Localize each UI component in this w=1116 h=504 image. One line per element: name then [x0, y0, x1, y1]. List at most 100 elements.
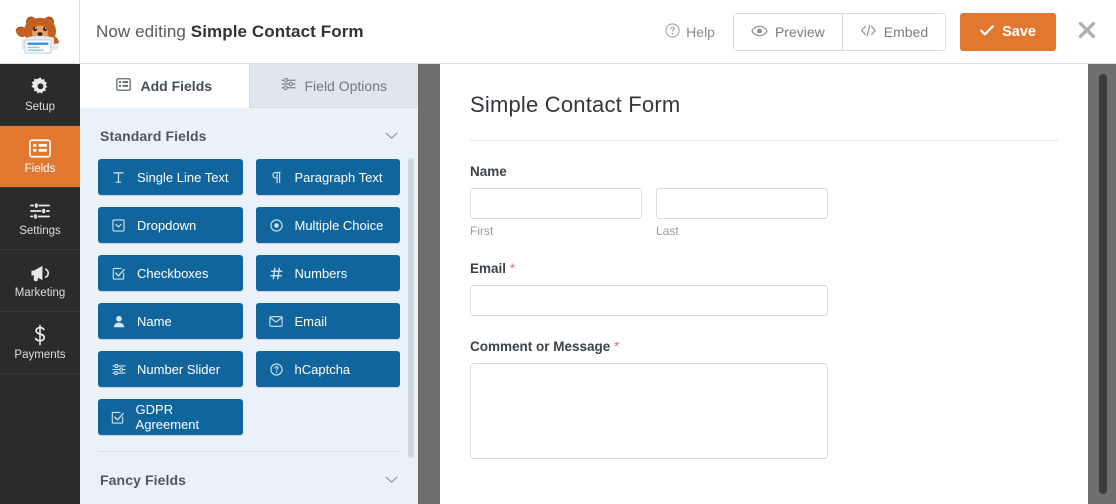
form-field-comment[interactable]: Comment or Message *	[470, 316, 1058, 459]
tab-label: Field Options	[304, 77, 387, 94]
required-asterisk: *	[614, 339, 620, 354]
close-x-icon	[1076, 19, 1098, 44]
field-button-dropdown[interactable]: Dropdown	[98, 207, 243, 243]
hash-icon	[269, 267, 284, 280]
panel-tabs: Add Fields Field Options	[80, 64, 418, 108]
fields-panel-body: Standard Fields Single Line Text Paragra…	[80, 108, 418, 504]
field-button-paragraph-text[interactable]: Paragraph Text	[255, 159, 400, 195]
sidebar-item-marketing[interactable]: Marketing	[0, 250, 80, 312]
email-input[interactable]	[470, 285, 828, 316]
close-button[interactable]	[1074, 19, 1100, 45]
text-cursor-icon	[111, 171, 126, 184]
field-button-hcaptcha[interactable]: hCaptcha	[255, 351, 400, 387]
field-label-text: Name	[470, 164, 507, 179]
field-button-multiple-choice[interactable]: Multiple Choice	[255, 207, 400, 243]
preview-button[interactable]: Preview	[733, 13, 842, 50]
form-preview-title: Simple Contact Form	[470, 92, 1058, 141]
question-circle-icon	[269, 362, 284, 376]
field-label: Comment or Message *	[470, 339, 1058, 354]
fields-panel-scrollbar[interactable]	[408, 158, 414, 458]
pilcrow-icon	[269, 171, 284, 184]
name-first-column: First	[470, 188, 642, 238]
field-label: Checkboxes	[137, 265, 209, 281]
checkmark-icon	[980, 24, 994, 40]
chevron-down-icon	[385, 471, 398, 489]
field-label: Paragraph Text	[294, 169, 383, 185]
fancy-fields-section-header[interactable]: Fancy Fields	[98, 451, 400, 503]
first-name-sublabel: First	[470, 224, 494, 238]
embed-label: Embed	[883, 23, 929, 40]
save-button[interactable]: Save	[960, 12, 1056, 51]
field-label: hCaptcha	[294, 361, 351, 377]
checkbox-icon	[111, 411, 125, 424]
help-label: Help	[686, 23, 715, 40]
standard-fields-section-header[interactable]: Standard Fields	[98, 108, 400, 159]
form-preview-area: Simple Contact Form Name First Last Emai…	[418, 64, 1116, 504]
name-subfields-row: First Last	[470, 188, 1058, 238]
sliders-icon	[29, 200, 51, 222]
sidebar-item-label: Payments	[14, 348, 66, 361]
tab-add-fields[interactable]: Add Fields	[80, 64, 249, 108]
section-title: Fancy Fields	[100, 472, 187, 488]
wpforms-logo	[0, 0, 80, 64]
help-button[interactable]: Help	[665, 22, 733, 41]
field-button-single-line-text[interactable]: Single Line Text	[98, 159, 243, 195]
field-label-text: Comment or Message	[470, 339, 611, 354]
field-label: Number Slider	[137, 361, 221, 377]
last-name-input[interactable]	[656, 188, 828, 219]
sidebar-item-label: Marketing	[14, 286, 66, 299]
field-label: Email	[294, 313, 328, 329]
form-field-email[interactable]: Email *	[470, 238, 1058, 316]
gear-icon	[30, 76, 51, 98]
list-grid-icon	[29, 138, 51, 160]
sidebar-item-label: Setup	[24, 100, 56, 113]
envelope-icon	[269, 315, 284, 327]
name-last-column: Last	[656, 188, 828, 238]
preview-embed-group: Preview Embed	[732, 12, 947, 51]
tab-field-options[interactable]: Field Options	[248, 64, 418, 108]
eye-icon	[751, 24, 768, 40]
panel-list-icon	[116, 77, 132, 94]
preview-scrollbar[interactable]	[1099, 74, 1107, 494]
embed-button[interactable]: Embed	[841, 13, 946, 50]
field-button-name[interactable]: Name	[98, 303, 243, 339]
dollar-sign-icon	[32, 324, 48, 346]
form-preview-card: Simple Contact Form Name First Last Emai…	[440, 64, 1088, 504]
sidebar-item-settings[interactable]: Settings	[0, 188, 80, 250]
first-name-input[interactable]	[470, 188, 642, 219]
wpforms-mascot-bear-icon	[15, 16, 59, 53]
sliders-icon	[280, 77, 296, 94]
code-brackets-icon	[860, 24, 877, 40]
sliders-icon	[111, 363, 126, 376]
header-actions: Help Preview Embed Save	[665, 0, 1116, 64]
checkbox-icon	[111, 267, 126, 280]
sidebar-item-fields[interactable]: Fields	[0, 126, 80, 188]
sidebar-item-payments[interactable]: Payments	[0, 312, 80, 374]
sidebar-item-label: Fields	[24, 162, 56, 175]
standard-fields-grid: Single Line Text Paragraph Text Dropdown…	[98, 159, 400, 435]
field-label: Name	[470, 164, 1058, 179]
preview-label: Preview	[774, 23, 825, 40]
form-body: Simple Contact Form Name First Last Emai…	[440, 64, 1088, 459]
field-button-email[interactable]: Email	[255, 303, 400, 339]
question-circle-icon	[665, 22, 680, 41]
field-label: Dropdown	[137, 217, 197, 233]
editing-prefix: Now editing	[96, 21, 186, 41]
builder-sidebar: Setup Fields Settings Marketing Payments	[0, 64, 80, 504]
save-label: Save	[1002, 23, 1036, 40]
field-button-number-slider[interactable]: Number Slider	[98, 351, 243, 387]
field-label: Single Line Text	[137, 169, 229, 185]
user-icon	[111, 315, 126, 328]
form-name: Simple Contact Form	[190, 21, 364, 41]
builder-header: Now editing Simple Contact Form Help Pre…	[0, 0, 1116, 64]
megaphone-icon	[29, 262, 52, 284]
comment-textarea[interactable]	[470, 363, 828, 459]
field-button-gdpr-agreement[interactable]: GDPR Agreement	[98, 399, 243, 435]
field-label: Multiple Choice	[294, 217, 384, 233]
form-field-name[interactable]: Name First Last	[470, 141, 1058, 238]
tab-label: Add Fields	[140, 77, 213, 94]
field-button-checkboxes[interactable]: Checkboxes	[98, 255, 243, 291]
field-button-numbers[interactable]: Numbers	[255, 255, 400, 291]
add-fields-panel: Add Fields Field Options Standard Fields	[80, 64, 418, 504]
sidebar-item-setup[interactable]: Setup	[0, 64, 80, 126]
